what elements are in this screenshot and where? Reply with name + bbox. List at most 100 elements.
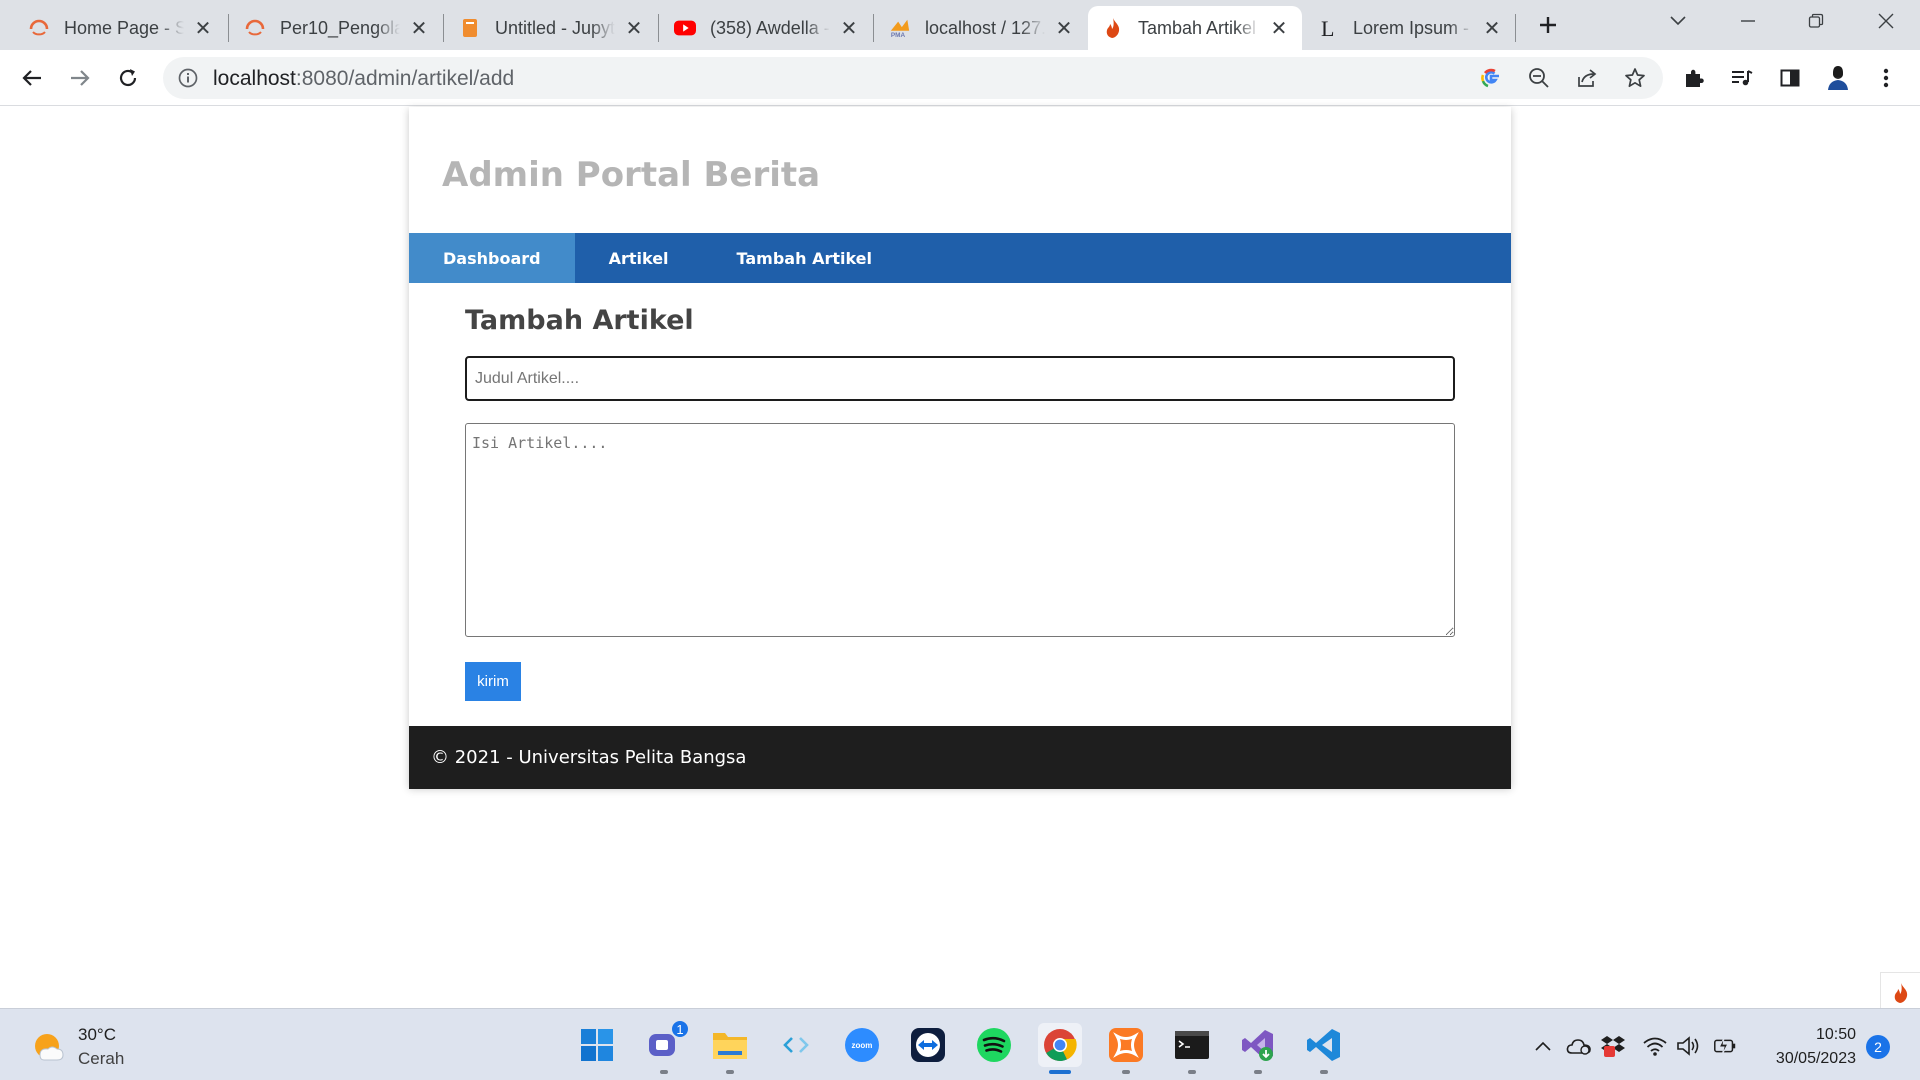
chrome-app[interactable] [1038,1023,1082,1074]
bookmark-star-icon[interactable] [1623,66,1647,90]
spotify-app[interactable] [972,1023,1016,1067]
tab-title: Lorem Ipsum - [1353,17,1470,38]
wifi-icon [1643,1037,1667,1056]
tab-title: Home Page - SIAKAD [64,17,184,38]
google-lens-icon[interactable] [1479,66,1503,90]
chat-badge: 1 [670,1019,690,1039]
file-explorer-app[interactable] [708,1023,752,1074]
tab-tambah-artikel[interactable]: Tambah Artikel ✕ [1088,6,1302,50]
close-tab-icon[interactable]: ✕ [838,17,860,40]
arrow-left-icon [22,70,41,86]
close-window-button[interactable] [1856,0,1916,42]
address-bar[interactable]: localhost:8080/admin/artikel/add [163,57,1663,99]
restore-button[interactable] [1786,0,1846,42]
nav-dashboard[interactable]: Dashboard [409,233,575,283]
browser-menu-button[interactable] [1868,60,1904,96]
new-tab-button[interactable] [1528,8,1568,42]
share-icon[interactable] [1575,66,1599,90]
tab-jupyter[interactable]: Untitled - Jupyter ✕ [445,6,657,50]
browser-tab-strip: Home Page - SIAKAD ✕ Per10_Pengolahan ✕ … [0,0,1920,50]
close-tab-icon[interactable]: ✕ [192,17,214,40]
vscode-app[interactable] [1302,1023,1346,1074]
tab-separator [228,14,229,42]
tab-search-button[interactable] [1648,0,1708,42]
article-body-textarea[interactable] [465,423,1455,637]
browser-toolbar: localhost:8080/admin/artikel/add [0,50,1920,106]
svg-text:zoom: zoom [852,1041,873,1050]
teamviewer-app[interactable] [906,1023,950,1067]
extensions-button[interactable] [1676,60,1712,96]
reload-button[interactable] [110,60,146,96]
close-tab-icon[interactable]: ✕ [1268,17,1290,40]
tab-separator [1515,14,1516,42]
tab-lorem-ipsum[interactable]: L Lorem Ipsum - ✕ [1303,6,1515,50]
nav-artikel[interactable]: Artikel [575,233,703,283]
app-running-indicator [660,1070,668,1074]
zoom-icon: zoom [845,1028,879,1062]
battery-charging-icon [1714,1037,1736,1055]
battery-tray-icon[interactable] [1712,1033,1738,1059]
weather-widget[interactable]: 30°C Cerah [30,1023,124,1071]
tab-phpmyadmin[interactable]: PMA localhost / 127.0.0.1 ✕ [875,6,1087,50]
site-footer: © 2021 - Universitas Pelita Bangsa [409,726,1511,789]
cloud-icon [1566,1039,1591,1055]
teams-chat-app[interactable]: 1 [642,1019,690,1074]
windows-logo-icon [581,1029,613,1061]
minimize-button[interactable] [1718,0,1778,42]
start-button[interactable] [575,1023,619,1067]
lorem-ipsum-icon: L [1317,17,1339,39]
tab-youtube[interactable]: (358) Awdella - YouTube ✕ [660,6,872,50]
submit-button[interactable]: kirim [465,662,521,701]
admin-page-container: Admin Portal Berita Dashboard Artikel Ta… [409,107,1511,789]
app-running-indicator [1254,1070,1262,1074]
xampp-icon [1109,1028,1143,1062]
visual-studio-installer-app[interactable] [1236,1023,1280,1074]
add-article-form-section: Tambah Artikel kirim [409,283,1511,726]
puzzle-icon [1686,69,1704,87]
nav-tambah-artikel[interactable]: Tambah Artikel [703,233,906,283]
siakad-icon [28,17,50,39]
page-heading: Tambah Artikel [465,305,694,336]
terminal-app[interactable] [1170,1023,1214,1074]
tab-separator [873,14,874,42]
onedrive-tray-icon[interactable] [1566,1033,1592,1059]
app-running-indicator [1188,1070,1196,1074]
dropbox-tray-icon[interactable] [1600,1033,1626,1059]
media-control-button[interactable] [1724,60,1760,96]
wifi-tray-icon[interactable] [1642,1033,1668,1059]
site-info-icon[interactable] [177,67,199,89]
vs-live-share-app[interactable] [774,1023,818,1067]
dropbox-icon [1601,1036,1625,1057]
app-running-indicator [1320,1070,1328,1074]
tab-separator [443,14,444,42]
notification-center-badge[interactable]: 2 [1866,1035,1890,1059]
tab-home-page[interactable]: Home Page - SIAKAD ✕ [14,6,226,50]
speaker-icon [1677,1036,1699,1056]
system-clock[interactable]: 10:50 30/05/2023 [1750,1023,1856,1071]
side-panel-icon [1780,69,1800,87]
xampp-app[interactable] [1104,1023,1148,1074]
close-tab-icon[interactable]: ✕ [1053,17,1075,40]
svg-text:PMA: PMA [891,32,906,39]
chevron-down-icon [1670,16,1686,26]
debug-toolbar-toggle[interactable] [1880,972,1920,1012]
tab-per10[interactable]: Per10_Pengolahan ✕ [230,6,442,50]
back-button[interactable] [14,60,50,96]
side-panel-button[interactable] [1772,60,1808,96]
forward-button[interactable] [62,60,98,96]
chrome-icon [1044,1029,1077,1061]
close-tab-icon[interactable]: ✕ [1481,17,1503,40]
minimize-icon [1741,20,1755,22]
volume-tray-icon[interactable] [1676,1033,1702,1059]
show-hidden-icons-button[interactable] [1530,1033,1556,1059]
zoom-out-icon[interactable] [1527,66,1551,90]
zoom-app[interactable]: zoom [840,1023,884,1067]
app-running-indicator [1122,1070,1130,1074]
arrow-right-icon [71,70,90,86]
close-tab-icon[interactable]: ✕ [408,17,430,40]
article-title-input[interactable] [465,356,1455,401]
tab-title: localhost / 127.0.0.1 [925,17,1045,38]
profile-avatar[interactable] [1820,60,1856,96]
close-tab-icon[interactable]: ✕ [623,17,645,40]
add-article-form: kirim [465,356,1455,701]
